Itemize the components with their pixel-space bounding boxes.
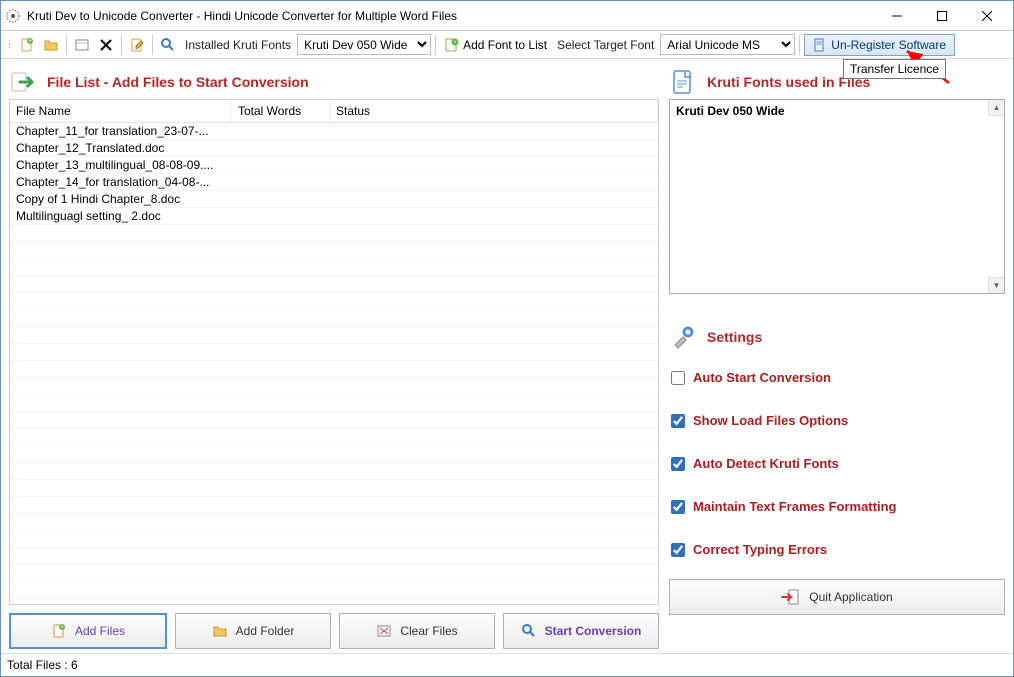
table-row[interactable] [10, 276, 658, 293]
scroll-down-icon[interactable]: ▼ [988, 277, 1004, 293]
settings-header: Settings [669, 320, 1005, 354]
table-row[interactable] [10, 242, 658, 259]
minimize-button[interactable] [874, 1, 919, 30]
table-row[interactable] [10, 480, 658, 497]
table-row[interactable] [10, 582, 658, 599]
table-row[interactable] [10, 310, 658, 327]
delete-icon[interactable] [95, 34, 117, 56]
new-file-icon[interactable]: + [16, 34, 38, 56]
table-row[interactable]: Chapter_14_for translation_04-08-... [10, 174, 658, 191]
setting-option[interactable]: Auto Detect Kruti Fonts [671, 456, 1005, 471]
target-font-select[interactable]: Arial Unicode MS [660, 34, 795, 55]
table-row[interactable] [10, 514, 658, 531]
table-row[interactable]: Copy of 1 Hindi Chapter_8.doc [10, 191, 658, 208]
clear-list-icon[interactable] [71, 34, 93, 56]
checkbox[interactable] [671, 371, 685, 385]
table-row[interactable] [10, 361, 658, 378]
table-row[interactable] [10, 565, 658, 582]
table-row[interactable] [10, 378, 658, 395]
table-row[interactable]: Chapter_11_for translation_23-07-... [10, 123, 658, 140]
table-row[interactable]: Multilinguagl setting_ 2.doc [10, 208, 658, 225]
statusbar: Total Files : 6 [1, 653, 1013, 675]
table-row[interactable] [10, 548, 658, 565]
app-icon [5, 8, 21, 24]
close-button[interactable] [964, 1, 1009, 30]
table-row[interactable]: Chapter_13_multilingual_08-08-09.... [10, 157, 658, 174]
setting-option[interactable]: Auto Start Conversion [671, 370, 1005, 385]
table-row[interactable] [10, 497, 658, 514]
tools-icon [669, 323, 697, 351]
checkbox[interactable] [671, 457, 685, 471]
document-icon [669, 68, 697, 96]
file-table: File Name Total Words Status Chapter_11_… [9, 99, 659, 605]
table-row[interactable] [10, 412, 658, 429]
search-icon[interactable] [157, 34, 179, 56]
table-row[interactable] [10, 259, 658, 276]
checkbox[interactable] [671, 543, 685, 557]
add-files-button[interactable]: + Add Files [9, 613, 167, 649]
file-list-header: File List - Add Files to Start Conversio… [9, 65, 659, 99]
clear-files-button[interactable]: Clear Files [339, 613, 495, 649]
kruti-fonts-list[interactable]: ▲ Kruti Dev 050 Wide ▼ [669, 99, 1005, 294]
titlebar: Kruti Dev to Unicode Converter - Hindi U… [1, 1, 1013, 31]
checkbox[interactable] [671, 500, 685, 514]
table-row[interactable] [10, 344, 658, 361]
scroll-up-icon[interactable]: ▲ [988, 100, 1004, 116]
table-row[interactable] [10, 225, 658, 242]
list-item[interactable]: Kruti Dev 050 Wide [676, 104, 998, 118]
svg-text:+: + [60, 625, 64, 631]
table-row[interactable] [10, 446, 658, 463]
add-font-button[interactable]: + Add Font to List [440, 37, 551, 53]
add-folder-button[interactable]: Add Folder [175, 613, 331, 649]
svg-text:+: + [28, 39, 32, 45]
table-row[interactable] [10, 395, 658, 412]
table-row[interactable] [10, 327, 658, 344]
window-title: Kruti Dev to Unicode Converter - Hindi U… [27, 9, 874, 23]
setting-option[interactable]: Show Load Files Options [671, 413, 1005, 428]
table-row[interactable] [10, 531, 658, 548]
setting-option[interactable]: Maintain Text Frames Formatting [671, 499, 1005, 514]
tooltip: Transfer Licence [843, 59, 946, 79]
table-row[interactable] [10, 429, 658, 446]
table-row[interactable] [10, 463, 658, 480]
col-filename[interactable]: File Name [10, 100, 232, 122]
table-row[interactable]: Chapter_12_Translated.doc [10, 140, 658, 157]
open-folder-icon[interactable] [40, 34, 62, 56]
col-status[interactable]: Status [330, 100, 658, 122]
installed-fonts-label: Installed Kruti Fonts [181, 38, 295, 52]
table-row[interactable] [10, 293, 658, 310]
quit-button[interactable]: Quit Application [669, 579, 1005, 615]
checkbox[interactable] [671, 414, 685, 428]
svg-text:+: + [453, 40, 457, 46]
setting-option[interactable]: Correct Typing Errors [671, 542, 1005, 557]
start-conversion-button[interactable]: Start Conversion [503, 613, 659, 649]
maximize-button[interactable] [919, 1, 964, 30]
kruti-font-select[interactable]: Kruti Dev 050 Wide [297, 34, 431, 55]
toolbar: ⋮ + Installed Kruti Fonts Kruti Dev 050 … [1, 31, 1013, 59]
select-target-label: Select Target Font [553, 38, 658, 52]
add-font-label: Add Font to List [463, 38, 547, 52]
col-totalwords[interactable]: Total Words [232, 100, 330, 122]
arrow-right-icon [9, 68, 37, 96]
edit-file-icon[interactable] [126, 34, 148, 56]
